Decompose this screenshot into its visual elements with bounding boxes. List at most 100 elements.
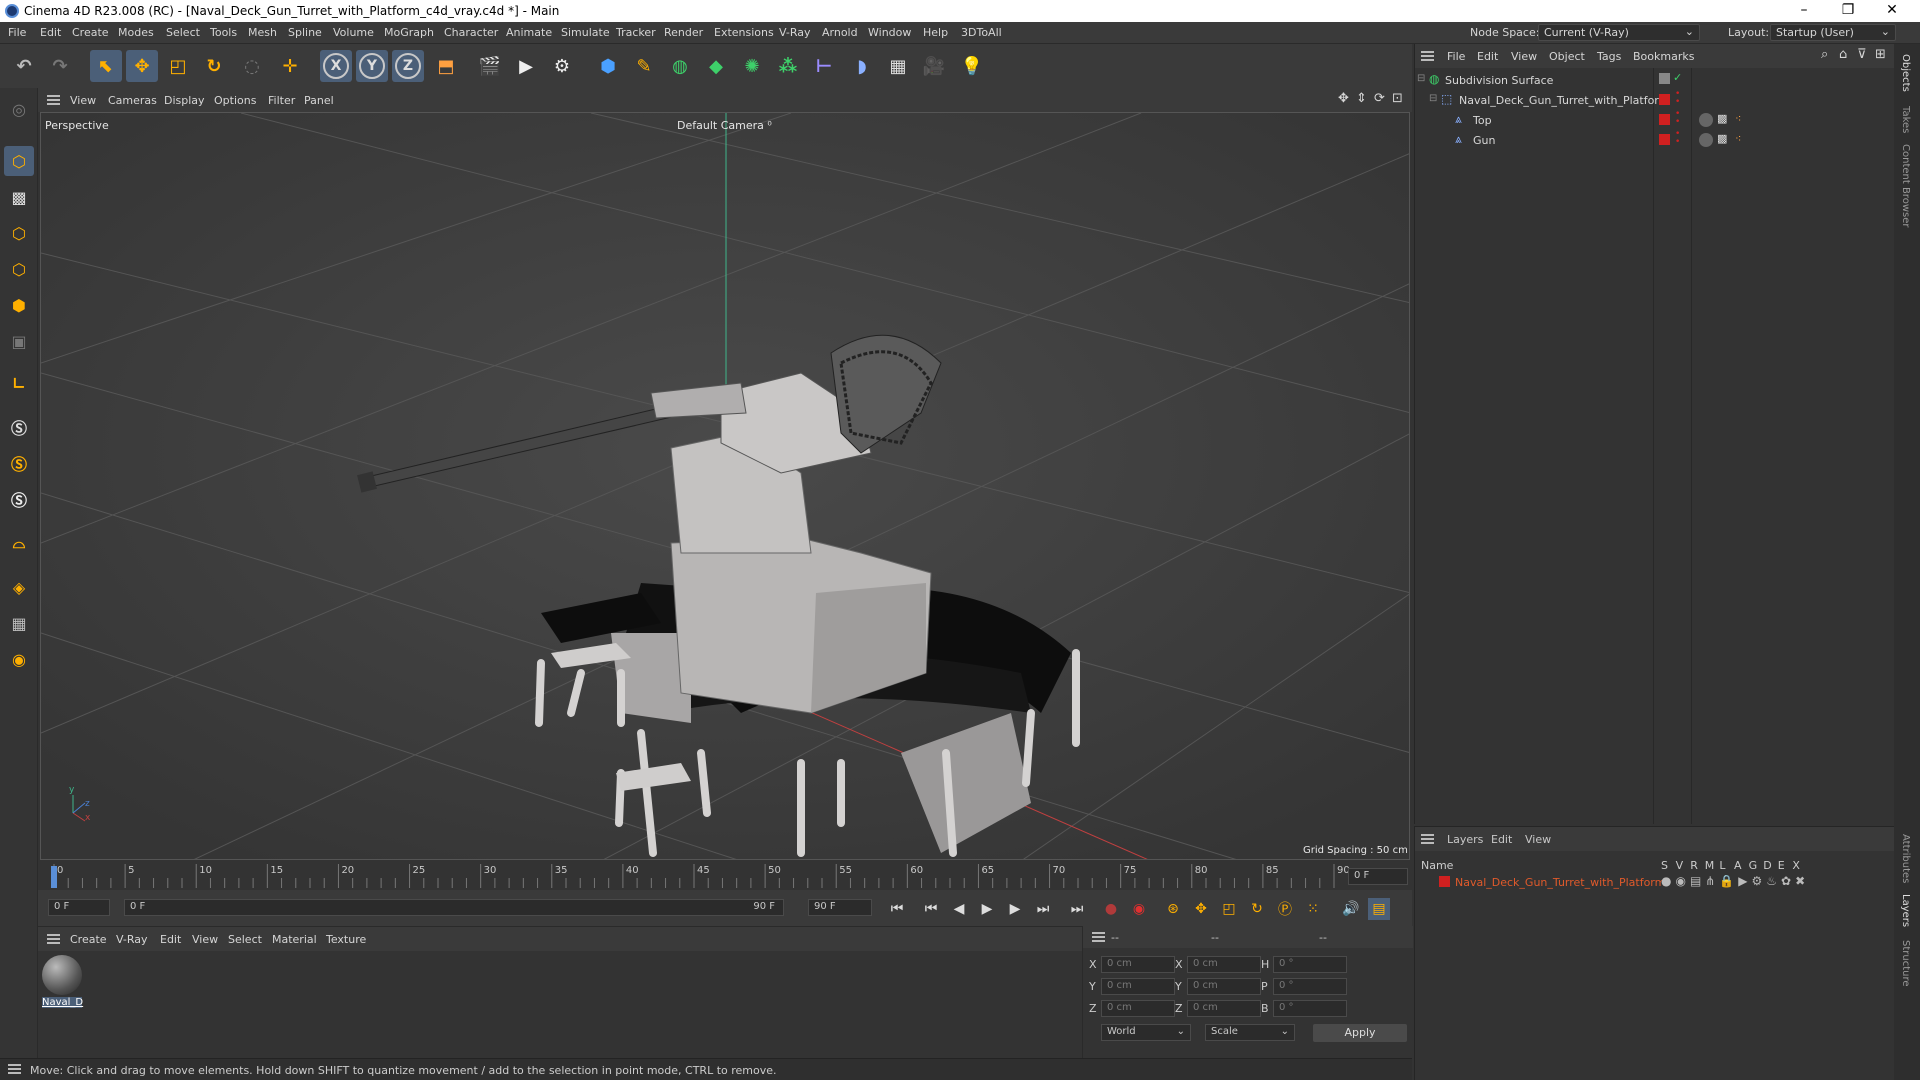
menu-spline[interactable]: Spline [288, 26, 322, 39]
layer-menu-view[interactable]: View [1525, 833, 1551, 846]
y-axis-lock-button[interactable]: Y [356, 50, 388, 82]
edge-mode-icon[interactable]: ⬡ [4, 254, 34, 284]
viewport-pan-icon[interactable]: ⇕ [1356, 91, 1367, 106]
side-tab-attributes[interactable]: Attributes [1900, 834, 1911, 883]
hamburger-icon[interactable] [47, 934, 60, 944]
coord-value-field[interactable]: 0 cm [1187, 1000, 1261, 1017]
material-tag-icon[interactable] [1699, 133, 1713, 147]
magnet-icon[interactable]: ⌓ [4, 528, 34, 558]
menu-window[interactable]: Window [868, 26, 911, 39]
menu-simulate[interactable]: Simulate [561, 26, 610, 39]
viewport-move-icon[interactable]: ✥ [1338, 91, 1349, 106]
model-mode-icon[interactable]: ⬡ [4, 146, 34, 176]
menu-create[interactable]: Create [72, 26, 109, 39]
material-tag-icon[interactable] [1699, 113, 1713, 127]
coord-value-field[interactable]: 0 cm [1187, 978, 1261, 995]
end-frame-field[interactable]: 90 F [808, 899, 872, 916]
render-picture-viewer-icon[interactable]: ▶ [510, 50, 542, 82]
node-space-dropdown[interactable]: Current (V-Ray) ⌄ [1538, 24, 1700, 41]
texture-tag-icon[interactable]: ▩ [1717, 112, 1727, 125]
object-row-top[interactable]: ⩓ Top • • ▩ ⁖ [1415, 110, 1895, 130]
vray-tag-icon[interactable]: ⁖ [1735, 112, 1741, 125]
collapse-icon[interactable]: ⊟ [1417, 73, 1425, 84]
autokey-record-icon[interactable]: ◉ [1128, 898, 1150, 920]
menu-3dtoall[interactable]: 3DToAll [961, 26, 1002, 39]
make-editable-icon[interactable]: ◎ [4, 94, 34, 124]
workplane-icon[interactable]: ◈ [4, 572, 34, 602]
menu-mograph[interactable]: MoGraph [384, 26, 434, 39]
redo-icon[interactable]: ↷ [44, 50, 76, 82]
object-menu-bookmarks[interactable]: Bookmarks [1633, 50, 1694, 63]
hamburger-icon[interactable] [1421, 834, 1434, 844]
point-mode-icon[interactable]: ⬡ [4, 218, 34, 248]
material-menu-create[interactable]: Create [70, 933, 107, 946]
frame-range-slider[interactable]: 0 F 90 F [124, 899, 784, 916]
vray-tag-icon[interactable]: ⁖ [1735, 132, 1741, 145]
coord-value-field[interactable]: 0 ° [1273, 1000, 1347, 1017]
object-row-turret[interactable]: ⊟ ⬚ Naval_Deck_Gun_Turret_with_Platform … [1415, 90, 1895, 110]
layer-menu-edit[interactable]: Edit [1491, 833, 1512, 846]
side-tab-objects[interactable]: Objects [1900, 54, 1911, 92]
object-menu-edit[interactable]: Edit [1477, 50, 1498, 63]
side-tab-takes[interactable]: Takes [1900, 106, 1911, 133]
layer-row[interactable]: Naval_Deck_Gun_Turret_with_Platform ●◉▤⋔… [1415, 873, 1895, 891]
x-axis-lock-button[interactable]: X [320, 50, 352, 82]
3d-viewport[interactable]: Perspective Default Camera ⁰ Grid Spacin… [40, 112, 1410, 860]
menu-character[interactable]: Character [444, 26, 498, 39]
maximize-button[interactable]: ❐ [1828, 2, 1868, 18]
pen-spline-icon[interactable]: ✎ [628, 50, 660, 82]
object-menu-view[interactable]: View [1511, 50, 1537, 63]
render-settings-icon[interactable]: ⚙ [546, 50, 578, 82]
undo-icon[interactable]: ↶ [8, 50, 40, 82]
render-view-icon[interactable]: 🎬 [474, 50, 506, 82]
start-frame-field[interactable]: 0 F [48, 899, 110, 916]
menu-render[interactable]: Render [664, 26, 703, 39]
go-to-start-icon[interactable]: ⏮ [886, 898, 908, 920]
snap-orange-icon[interactable]: Ⓢ [4, 448, 34, 478]
key-scale-icon[interactable]: ◰ [1218, 898, 1240, 920]
object-row-subdivision[interactable]: ⊟ ◍ Subdivision Surface ✓ [1415, 70, 1895, 90]
apply-button[interactable]: Apply [1313, 1024, 1407, 1042]
play-icon[interactable]: ▶ [976, 898, 998, 920]
coord-value-field[interactable]: 0 ° [1273, 956, 1347, 973]
menu-help[interactable]: Help [923, 26, 948, 39]
menu-extensions[interactable]: Extensions [714, 26, 774, 39]
timeline-ruler[interactable]: 0 5 10 15 20 25 30 35 40 45 50 55 60 65 70 75 80 85 90 0 F [38, 862, 1412, 890]
object-menu-object[interactable]: Object [1549, 50, 1585, 63]
viewport-menu-display[interactable]: Display [164, 94, 205, 107]
hamburger-icon[interactable] [1092, 932, 1105, 942]
step-forward-icon[interactable]: ▶ [1004, 898, 1026, 920]
menu-file[interactable]: File [8, 26, 26, 39]
coord-value-field[interactable]: 0 ° [1273, 978, 1347, 995]
uv-mode-icon[interactable]: ▣ [4, 326, 34, 356]
layer-flag-header[interactable]: D [1763, 859, 1771, 872]
key-pla-icon[interactable]: ⁙ [1302, 898, 1324, 920]
current-frame-field[interactable]: 0 F [1348, 868, 1408, 885]
key-rotation-icon[interactable]: ↻ [1246, 898, 1268, 920]
coord-value-field[interactable]: 0 cm [1101, 978, 1175, 995]
texture-mode-icon[interactable]: ▩ [4, 182, 34, 212]
menu-tools[interactable]: Tools [210, 26, 237, 39]
filter-icon[interactable]: ⊽ [1857, 47, 1867, 62]
step-back-icon[interactable]: ◀ [948, 898, 970, 920]
close-button[interactable]: ✕ [1872, 2, 1912, 18]
side-tab-structure[interactable]: Structure [1900, 940, 1911, 987]
floor-environment-icon[interactable]: ▦ [882, 50, 914, 82]
viewport-menu-cameras[interactable]: Cameras [108, 94, 157, 107]
select-cursor-icon[interactable]: ⬉ [90, 50, 122, 82]
layer-flag-icons[interactable]: ●◉▤⋔🔒▶⚙♨✿✖ [1661, 874, 1809, 888]
material-swatch[interactable]: Naval_D [42, 955, 83, 1013]
viewport-rotate-icon[interactable]: ⟳ [1374, 91, 1385, 106]
keyframe-selection-icon[interactable]: ⊛ [1162, 898, 1184, 920]
coordinate-system-icon[interactable]: ⬒ [430, 50, 462, 82]
viewport-menu-options[interactable]: Options [214, 94, 256, 107]
menu-animate[interactable]: Animate [506, 26, 552, 39]
visibility-dots-icon[interactable]: • • [1675, 110, 1680, 127]
coord-value-field[interactable]: 0 cm [1101, 956, 1175, 973]
checkmark-icon[interactable]: ✓ [1673, 71, 1682, 84]
camera-icon[interactable]: 🎥 [918, 50, 950, 82]
coordinate-system-dropdown[interactable]: World ⌄ [1101, 1024, 1191, 1041]
viewport-menu-view[interactable]: View [70, 94, 96, 107]
motion-sound-icon[interactable]: 🔊 [1340, 898, 1362, 920]
menu-arnold[interactable]: Arnold [822, 26, 858, 39]
